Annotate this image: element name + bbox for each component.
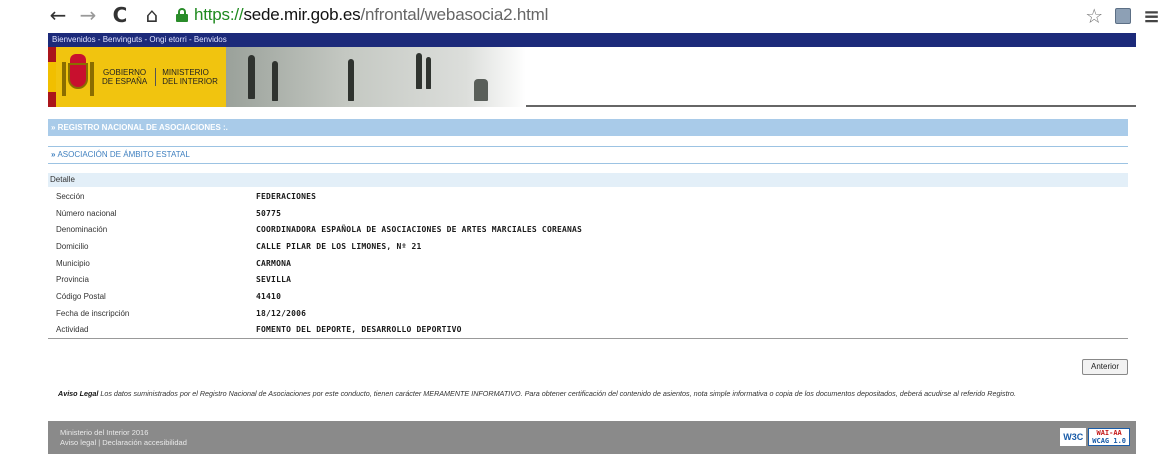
header-photo xyxy=(226,47,526,107)
ministry-line1: MINISTERIO xyxy=(162,68,209,77)
menu-icon[interactable]: ≡ xyxy=(1143,4,1160,28)
accessibility-badges[interactable]: W3C WAI-AA WCAG 1.0 xyxy=(1060,428,1130,446)
gov-line2: DE ESPAÑA xyxy=(102,77,148,86)
detail-row: Número nacional 50775 xyxy=(48,205,1128,222)
url-host: sede.mir.gob.es xyxy=(243,5,361,24)
flag-strip xyxy=(48,47,56,107)
back-icon[interactable]: ← xyxy=(46,3,70,27)
detail-row: Municipio CARMONA xyxy=(48,255,1128,272)
language-nav[interactable]: Bienvenidos - Benvinguts - Ongi etorri -… xyxy=(48,33,1136,47)
url-path: /nfrontal/webasocia2.html xyxy=(360,5,549,24)
site-header: GOBIERNO DE ESPAÑA MINISTERIO DEL INTERI… xyxy=(48,47,1136,107)
detail-value: CALLE PILAR DE LOS LIMONES, Nº 21 xyxy=(256,241,422,251)
legal-notice: Aviso Legal Los datos suministrados por … xyxy=(58,389,1133,399)
detail-value: CARMONA xyxy=(256,258,292,268)
government-label: GOBIERNO DE ESPAÑA xyxy=(102,68,147,86)
detail-value: FOMENTO DEL DEPORTE, DESARROLLO DEPORTIV… xyxy=(256,325,462,335)
legal-text: Los datos suministrados por el Registro … xyxy=(100,389,1017,398)
url-scheme: https:// xyxy=(194,5,244,24)
browser-toolbar: ← → C ⌂ https://sede.mir.gob.es/nfrontal… xyxy=(0,0,1170,30)
detail-label: Denominación xyxy=(56,225,108,235)
star-icon[interactable]: ☆ xyxy=(1085,4,1103,28)
detail-header: Detalle xyxy=(48,173,1128,187)
detail-value: 41410 xyxy=(256,291,282,301)
detail-row: Provincia SEVILLA xyxy=(48,271,1128,288)
arrow-icon: » xyxy=(51,150,56,159)
wai-line1: WAI-AA xyxy=(1096,429,1122,437)
extension-icon[interactable] xyxy=(1115,8,1132,24)
detail-row: Actividad FOMENTO DEL DEPORTE, DESARROLL… xyxy=(48,322,1128,339)
gov-line1: GOBIERNO xyxy=(103,68,147,77)
page-footer: Ministerio del Interior 2016 Aviso legal… xyxy=(48,421,1136,454)
detail-value: 18/12/2006 xyxy=(256,308,307,318)
detail-row: Fecha de inscripción 18/12/2006 xyxy=(48,305,1128,322)
detail-value: FEDERACIONES xyxy=(256,191,317,201)
anterior-button[interactable]: Anterior xyxy=(1082,359,1128,375)
asociacion-title: ASOCIACIÓN DE ÁMBITO ESTATAL xyxy=(57,150,190,159)
detail-value: COORDINADORA ESPAÑOLA DE ASOCIACIONES DE… xyxy=(256,225,583,235)
detail-row: Código Postal 41410 xyxy=(48,288,1128,305)
wai-line2: WCAG 1.0 xyxy=(1092,437,1126,445)
detail-value: SEVILLA xyxy=(256,275,292,285)
detail-label: Actividad xyxy=(56,325,89,335)
detail-value: 50775 xyxy=(256,208,282,218)
detail-row: Sección FEDERACIONES xyxy=(48,188,1128,205)
detail-table: Sección FEDERACIONES Número nacional 507… xyxy=(48,188,1128,340)
footer-links[interactable]: Aviso legal | Declaración accesibilidad xyxy=(60,438,1136,448)
ministry-label: MINISTERIO DEL INTERIOR xyxy=(155,68,218,86)
w3c-logo-icon[interactable]: W3C xyxy=(1060,428,1087,446)
detail-label: Código Postal xyxy=(56,291,106,301)
registro-title: » REGISTRO NACIONAL DE ASOCIACIONES :. xyxy=(51,123,228,132)
legal-title: Aviso Legal xyxy=(58,389,99,398)
detail-label: Número nacional xyxy=(56,208,117,218)
detail-label: Fecha de inscripción xyxy=(56,308,130,318)
address-bar[interactable]: https://sede.mir.gob.es/nfrontal/webasoc… xyxy=(194,5,548,25)
registro-section-bar[interactable]: » REGISTRO NACIONAL DE ASOCIACIONES :. xyxy=(48,119,1128,136)
detail-label: Provincia xyxy=(56,275,89,285)
footer-copyright: Ministerio del Interior 2016 xyxy=(60,428,149,437)
home-icon[interactable]: ⌂ xyxy=(140,3,164,27)
detail-row: Domicilio CALLE PILAR DE LOS LIMONES, Nº… xyxy=(48,238,1128,255)
detail-row: Denominación COORDINADORA ESPAÑOLA DE AS… xyxy=(48,221,1128,238)
coat-of-arms-icon xyxy=(62,54,94,100)
detail-label: Municipio xyxy=(56,258,90,268)
asociacion-section-bar[interactable]: » ASOCIACIÓN DE ÁMBITO ESTATAL xyxy=(48,146,1128,164)
detail-label: Sección xyxy=(56,191,85,201)
wai-aa-badge-icon[interactable]: WAI-AA WCAG 1.0 xyxy=(1088,428,1130,446)
ministry-line2: DEL INTERIOR xyxy=(162,77,218,86)
government-logo[interactable]: GOBIERNO DE ESPAÑA MINISTERIO DEL INTERI… xyxy=(56,47,226,107)
forward-icon[interactable]: → xyxy=(76,3,100,27)
detail-label: Domicilio xyxy=(56,241,89,251)
reload-icon[interactable]: C xyxy=(108,3,132,27)
lock-icon xyxy=(176,8,188,22)
